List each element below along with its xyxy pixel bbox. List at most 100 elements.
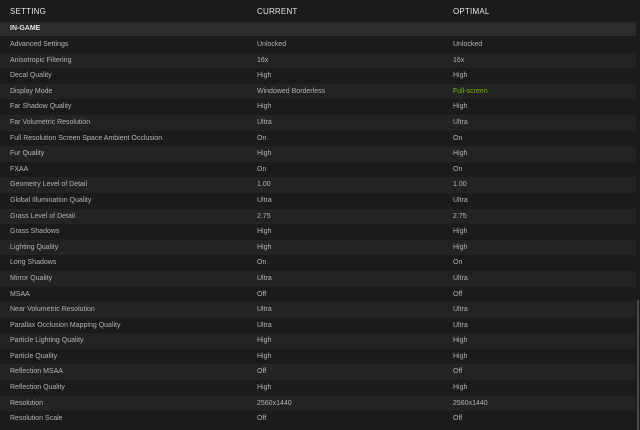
current-value: High [257,228,272,236]
optimal-value: Off [453,415,463,423]
table-row: Grass Shadows High High [0,224,636,240]
table-row: Far Volumetric Resolution Ultra Ultra [0,114,636,131]
scrollbar[interactable] [636,0,640,430]
setting-name: Resolution Scale [10,415,63,423]
current-value: 16x [257,56,269,64]
optimal-value: High [453,352,468,360]
current-value: 2.75 [257,212,271,220]
optimal-value: High [453,243,468,251]
setting-name: Display Mode [10,87,53,95]
table-row: FXAA On On [0,161,636,178]
current-value: Unlocked [257,41,287,48]
table-row: Particle Lighting Quality High High [0,333,636,349]
optimal-value: On [453,134,463,142]
optimal-value: On [453,165,463,173]
current-value: High [257,243,272,251]
optimal-value: Ultra [453,321,468,329]
current-value: 1.00 [257,181,271,189]
setting-name: Grass Level of Detail [10,212,75,220]
setting-name: Long Shadows [10,259,57,267]
optimal-value: High [453,384,468,392]
setting-name: Global Illumination Quality [10,196,92,204]
settings-table: Advanced Settings Unlocked Unlocked Anisotr… [0,37,636,427]
table-row: MSAA Off Off [0,286,636,303]
setting-name: Reflection Quality [10,384,65,392]
table-row: Full Resolution Screen Space Ambient Occ… [0,130,636,147]
optimal-value: Off [453,290,463,298]
table-row: Long Shadows On On [0,255,636,271]
current-value: High [257,384,272,392]
current-value: High [257,150,272,158]
table-row: Mirror Quality Ultra Ultra [0,270,636,287]
setting-name: Mirror Quality [10,274,53,282]
optimal-value: 1.00 [453,181,467,189]
current-value: Ultra [257,306,272,314]
header-optimal: OPTIMAL [453,7,490,16]
table-row: Lighting Quality High High [0,239,636,256]
setting-name: Geometry Level of Detail [10,181,88,189]
table-row: Geometry Level of Detail 1.00 1.00 [0,177,636,193]
table-row: Fur Quality High High [0,146,636,162]
current-value: Ultra [257,274,272,282]
setting-name: Far Shadow Quality [10,103,72,111]
table-header: SETTING CURRENT OPTIMAL [0,0,636,22]
optimal-value: 16x [453,56,465,64]
table-row: Decal Quality High High [0,68,636,84]
setting-name: Parallax Occlusion Mapping Quality [10,321,121,329]
setting-name: Fur Quality [10,150,45,158]
optimal-value: On [453,259,463,267]
scrollbar-thumb[interactable] [637,300,639,430]
table-row: Reflection Quality High High [0,380,636,396]
setting-name: Far Volumetric Resolution [10,118,91,126]
table-row: Far Shadow Quality High High [0,99,636,115]
setting-name: Particle Lighting Quality [10,337,84,345]
table-row: Resolution Scale Off Off [0,411,636,427]
current-value: Windowed Borderless [257,87,326,95]
current-value: High [257,103,272,111]
optimal-value: Ultra [453,118,468,126]
current-value: Off [257,290,267,298]
header-setting: SETTING [10,7,47,16]
optimal-value: Full-screen [453,87,488,95]
current-value: High [257,72,272,80]
optimal-value: 2560x1440 [453,399,488,407]
current-value: On [257,165,267,173]
settings-comparison-panel: SETTING CURRENT OPTIMAL IN-GAME Advanced… [0,0,640,430]
setting-name: Near Volumetric Resolution [10,306,95,314]
current-value: Ultra [257,118,272,126]
setting-name: Anisotropic Filtering [10,56,72,64]
current-value: Ultra [257,196,272,204]
table-row: Resolution 2560x1440 2560x1440 [0,395,636,412]
optimal-value: Ultra [453,196,468,204]
optimal-value: Unlocked [453,41,483,48]
table-row: Display Mode Windowed Borderless Full-scre… [0,83,636,100]
current-value: Off [257,415,267,423]
optimal-value: High [453,150,468,158]
setting-name: Particle Quality [10,352,58,360]
optimal-value: Ultra [453,274,468,282]
table-row: Reflection MSAA Off Off [0,364,636,381]
section-title: IN-GAME [10,25,41,32]
optimal-value: High [453,337,468,345]
setting-name: Decal Quality [10,72,52,80]
optimal-value: High [453,228,468,236]
optimal-value: High [453,103,468,111]
optimal-value: Ultra [453,306,468,314]
setting-name: FXAA [10,165,29,173]
current-value: High [257,337,272,345]
setting-name: Full Resolution Screen Space Ambient Occ… [10,134,163,142]
current-value: On [257,259,267,267]
table-row: Parallax Occlusion Mapping Quality Ultra U… [0,317,636,334]
setting-name: MSAA [10,290,30,298]
setting-name: Lighting Quality [10,243,59,251]
current-value: High [257,352,272,360]
setting-name: Advanced Settings [10,41,69,48]
current-value: Off [257,368,267,376]
table-row: Particle Quality High High [0,348,636,365]
table-row: Near Volumetric Resolution Ultra Ultra [0,302,636,318]
setting-name: Grass Shadows [10,228,60,236]
section-header-in-game: IN-GAME [0,22,636,36]
table-row: Anisotropic Filtering 16x 16x [0,52,636,69]
table-row: Global Illumination Quality Ultra Ultra [0,192,636,209]
setting-name: Reflection MSAA [10,368,63,376]
